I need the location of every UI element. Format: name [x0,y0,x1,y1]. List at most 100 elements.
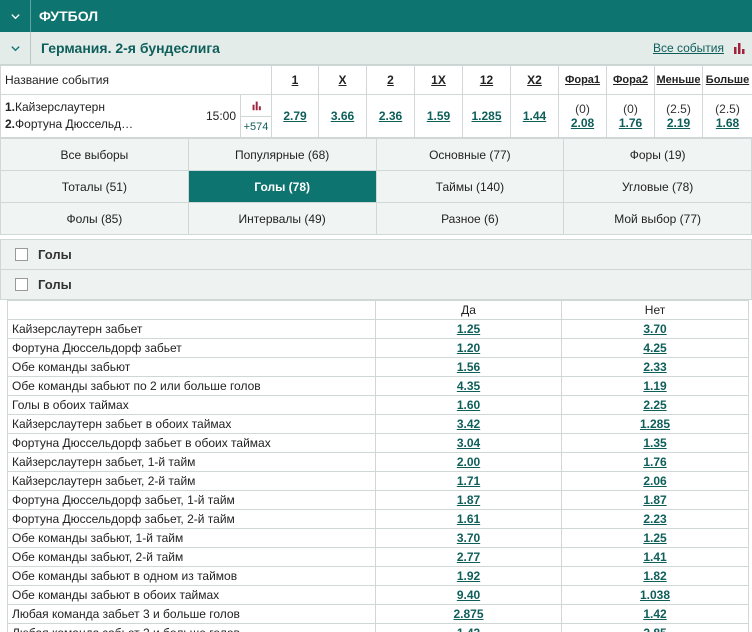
all-events-link[interactable]: Все события [653,41,724,55]
tab-main[interactable]: Основные (77) [375,138,565,171]
col-header-1x[interactable]: 1X [414,65,463,95]
tab-misc[interactable]: Разное (6) [375,202,565,235]
market-label: Любая команда забьет 2 и больше голов [7,623,376,632]
odd-yes[interactable]: 1.43 [375,623,562,632]
odd-no[interactable]: 1.25 [561,528,749,548]
odd-no[interactable]: 2.23 [561,509,749,529]
tab-fouls[interactable]: Фолы (85) [0,202,189,235]
tab-corners[interactable]: Угловые (78) [563,170,752,203]
odd-no[interactable]: 1.87 [561,490,749,510]
odd-no[interactable]: 1.42 [561,604,749,624]
odd-no[interactable]: 3.70 [561,319,749,339]
tab-intervals[interactable]: Интервалы (49) [187,202,377,235]
odd-x2[interactable]: 1.44 [510,94,559,138]
odd-yes[interactable]: 1.61 [375,509,562,529]
event-teams[interactable]: 1.Кайзерслаутерн 2.Фортуна Дюссельд… [1,95,202,137]
tab-popular[interactable]: Популярные (68) [187,138,377,171]
section-goals-1[interactable]: Голы [0,239,752,270]
col-header-x[interactable]: X [318,65,367,95]
section-goals-2[interactable]: Голы [0,270,752,300]
odd-12[interactable]: 1.285 [462,94,511,138]
col-header-handicap1[interactable]: Фора1 [558,65,607,95]
sport-header[interactable]: ФУТБОЛ [0,0,752,32]
table-row: Обе команды забьют по 2 или больше голов… [7,376,749,396]
tab-all[interactable]: Все выборы [0,138,189,171]
table-row: Обе команды забьют, 1-й тайм 3.70 1.25 [7,528,749,548]
odd-1x[interactable]: 1.59 [414,94,463,138]
odd-yes[interactable]: 1.25 [375,319,562,339]
odd-yes[interactable]: 3.42 [375,414,562,434]
table-row: Кайзерслаутерн забьет, 1-й тайм 2.00 1.76 [7,452,749,472]
odd-no[interactable]: 2.85 [561,623,749,632]
section-checkbox[interactable] [15,248,28,261]
table-row: Обе команды забьют 1.56 2.33 [7,357,749,377]
odd-yes[interactable]: 3.04 [375,433,562,453]
col-header-2[interactable]: 2 [366,65,415,95]
market-label: Кайзерслаутерн забьет, 1-й тайм [7,452,376,472]
col-no-header: Нет [561,300,749,320]
odd-over[interactable]: (2.5) 1.68 [702,94,752,138]
stats-icon[interactable] [241,95,271,117]
odd-no[interactable]: 2.25 [561,395,749,415]
odd-no[interactable]: 4.25 [561,338,749,358]
more-markets-link[interactable]: +574 [241,117,271,137]
odd-yes[interactable]: 1.56 [375,357,562,377]
odd-yes[interactable]: 1.71 [375,471,562,491]
odd-yes[interactable]: 9.40 [375,585,562,605]
col-header-x2[interactable]: X2 [510,65,559,95]
tab-handicaps[interactable]: Форы (19) [563,138,752,171]
odd-no[interactable]: 1.285 [561,414,749,434]
odd-yes[interactable]: 1.60 [375,395,562,415]
odd-yes[interactable]: 3.70 [375,528,562,548]
odd-yes[interactable]: 1.20 [375,338,562,358]
odd-handicap1[interactable]: (0) 2.08 [558,94,607,138]
col-header-handicap2[interactable]: Фора2 [606,65,655,95]
tab-goals[interactable]: Голы (78) [187,170,377,203]
goals-table: Да Нет Кайзерслаутерн забьет 1.25 3.70 Форт… [7,300,749,632]
event-name-header: Название события [0,65,272,95]
odd-x[interactable]: 3.66 [318,94,367,138]
odd-yes[interactable]: 4.35 [375,376,562,396]
odd-under[interactable]: (2.5) 2.19 [654,94,703,138]
tab-totals[interactable]: Тоталы (51) [0,170,189,203]
market-label: Фортуна Дюссельдорф забьет, 2-й тайм [7,509,376,529]
odd-1[interactable]: 2.79 [271,94,319,138]
market-label: Фортуна Дюссельдорф забьет в обоих тайма… [7,433,376,453]
chevron-down-icon[interactable] [0,0,31,32]
col-header-12[interactable]: 12 [462,65,511,95]
section-checkbox[interactable] [15,278,28,291]
team2-name: Фортуна Дюссельд… [15,117,134,131]
market-label: Обе команды забьют в одном из таймов [7,566,376,586]
table-row: Голы в обоих таймах 1.60 2.25 [7,395,749,415]
odd-yes[interactable]: 1.92 [375,566,562,586]
odd-no[interactable]: 1.76 [561,452,749,472]
league-header[interactable]: Германия. 2-я бундеслига Все события [0,32,752,65]
odd-no[interactable]: 1.19 [561,376,749,396]
tab-halves[interactable]: Таймы (140) [375,170,565,203]
col-header-1[interactable]: 1 [271,65,319,95]
market-label: Обе команды забьют [7,357,376,377]
tab-my-choice[interactable]: Мой выбор (77) [563,202,752,235]
odd-no[interactable]: 2.33 [561,357,749,377]
odd-no[interactable]: 1.35 [561,433,749,453]
market-label: Любая команда забьет 3 и больше голов [7,604,376,624]
col-header-over[interactable]: Больше [702,65,752,95]
chevron-down-icon[interactable] [0,32,31,64]
event-teams-cell[interactable]: 1.Кайзерслаутерн 2.Фортуна Дюссельд… 15:… [0,94,272,138]
odd-no[interactable]: 2.06 [561,471,749,491]
odd-2[interactable]: 2.36 [366,94,415,138]
odd-no[interactable]: 1.038 [561,585,749,605]
odd-no[interactable]: 1.82 [561,566,749,586]
odd-yes[interactable]: 2.00 [375,452,562,472]
col-yes-header: Да [375,300,562,320]
odd-handicap2[interactable]: (0) 1.76 [606,94,655,138]
odd-yes[interactable]: 1.87 [375,490,562,510]
odd-no[interactable]: 1.41 [561,547,749,567]
market-label: Фортуна Дюссельдорф забьет, 1-й тайм [7,490,376,510]
odd-yes[interactable]: 2.77 [375,547,562,567]
odd-yes[interactable]: 2.875 [375,604,562,624]
col-header-under[interactable]: Меньше [654,65,703,95]
market-label: Обе команды забьют в обоих таймах [7,585,376,605]
stats-icon[interactable] [732,41,746,55]
table-row: Фортуна Дюссельдорф забьет в обоих тайма… [7,433,749,453]
